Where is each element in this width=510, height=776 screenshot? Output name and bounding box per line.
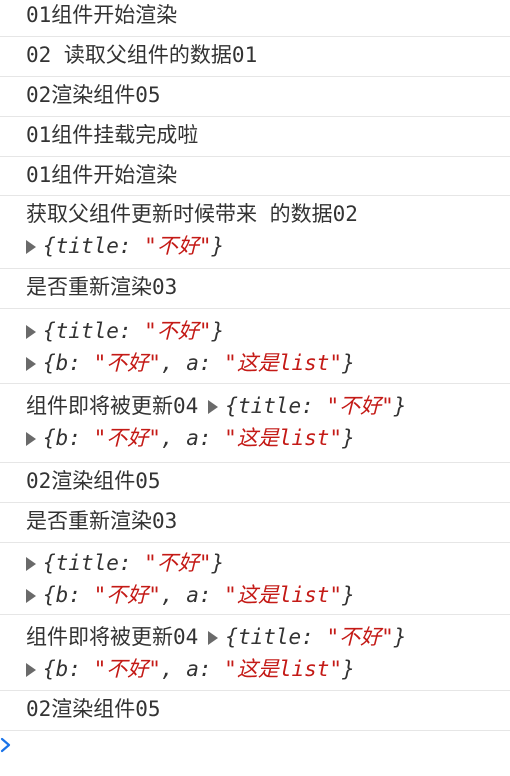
object-key: title [55,319,119,343]
log-entry: 是否重新渲染03 [0,503,510,543]
object-key: b [55,351,69,375]
object-value: 不好 [156,319,199,343]
object-value: 不好 [106,351,149,375]
log-entry: 01组件挂载完成啦 [0,117,510,157]
log-entry: 01组件开始渲染 [0,157,510,196]
object-value: 不好 [106,583,149,607]
expand-triangle-icon[interactable] [26,557,36,571]
console-panel: 01组件开始渲染 02 读取父组件的数据01 02渲染组件05 01组件挂载完成… [0,0,510,776]
log-entry: 02渲染组件05 [0,691,510,731]
object-preview[interactable]: {title: "不好"} [208,625,406,649]
object-key: b [55,583,69,607]
log-text: 组件即将被更新04 [26,394,199,418]
log-text: 01组件挂载完成啦 [26,123,199,147]
log-entry: 02 读取父组件的数据01 [0,37,510,77]
log-text: 02 读取父组件的数据01 [26,43,258,67]
log-text: 02渲染组件05 [26,469,161,493]
object-preview[interactable]: {title: "不好"} [208,394,406,418]
log-text: 是否重新渲染03 [26,509,178,533]
object-value: 这是list [236,583,330,607]
log-text: 01组件开始渲染 [26,163,178,187]
object-value: 这是list [236,426,330,450]
log-entry: 02渲染组件05 [0,77,510,117]
log-text: 02渲染组件05 [26,83,161,107]
expand-triangle-icon[interactable] [26,357,36,371]
log-text: 获取父组件更新时候带来 的数据02 [26,202,358,226]
expand-triangle-icon[interactable] [208,631,219,645]
log-entry: 获取父组件更新时候带来 的数据02 {title: "不好"} [0,196,510,269]
object-preview[interactable]: {title: "不好"} [26,315,510,347]
object-key: a [186,426,199,450]
log-entry: 组件即将被更新04 {title: "不好"} {b: "不好", a: "这是l… [0,384,510,463]
object-value: 不好 [106,657,149,681]
object-preview[interactable]: {title: "不好"} [26,230,510,262]
object-value: 不好 [339,394,382,418]
object-key: title [55,234,119,258]
object-key: title [55,551,119,575]
log-entry: {title: "不好"} {b: "不好", a: "这是list"} [0,309,510,384]
object-preview[interactable]: {b: "不好", a: "这是list"} [26,653,510,685]
log-entry: {title: "不好"} {b: "不好", a: "这是list"} [0,543,510,615]
object-key: a [186,351,199,375]
object-key: b [55,426,69,450]
expand-triangle-icon[interactable] [26,663,36,677]
log-text: 02渲染组件05 [26,697,161,721]
expand-triangle-icon[interactable] [26,325,36,339]
object-preview[interactable]: {b: "不好", a: "这是list"} [26,347,510,379]
log-entry: 02渲染组件05 [0,463,510,503]
log-entry: 01组件开始渲染 [0,0,510,37]
object-preview[interactable]: {b: "不好", a: "这是list"} [26,579,510,611]
log-text: 是否重新渲染03 [26,275,178,299]
object-preview[interactable]: {b: "不好", a: "这是list"} [26,422,510,454]
log-text: 组件即将被更新04 [26,625,199,649]
expand-triangle-icon[interactable] [26,432,36,446]
object-value: 这是list [236,657,330,681]
expand-triangle-icon[interactable] [208,400,219,414]
object-key: a [186,583,199,607]
object-key: title [237,625,302,649]
expand-triangle-icon[interactable] [26,589,36,603]
object-key: b [55,657,69,681]
object-value: 不好 [106,426,149,450]
object-key: a [186,657,199,681]
object-value: 不好 [156,551,199,575]
object-value: 不好 [339,625,382,649]
log-entry: 组件即将被更新04 {title: "不好"} {b: "不好", a: "这是l… [0,615,510,691]
object-key: title [237,394,302,418]
expand-triangle-icon[interactable] [26,240,36,254]
object-preview[interactable]: {title: "不好"} [26,547,510,579]
object-value: 不好 [156,234,199,258]
log-text: 01组件开始渲染 [26,3,178,27]
console-prompt-icon[interactable] [0,736,14,754]
object-value: 这是list [236,351,330,375]
log-entry: 是否重新渲染03 [0,269,510,309]
